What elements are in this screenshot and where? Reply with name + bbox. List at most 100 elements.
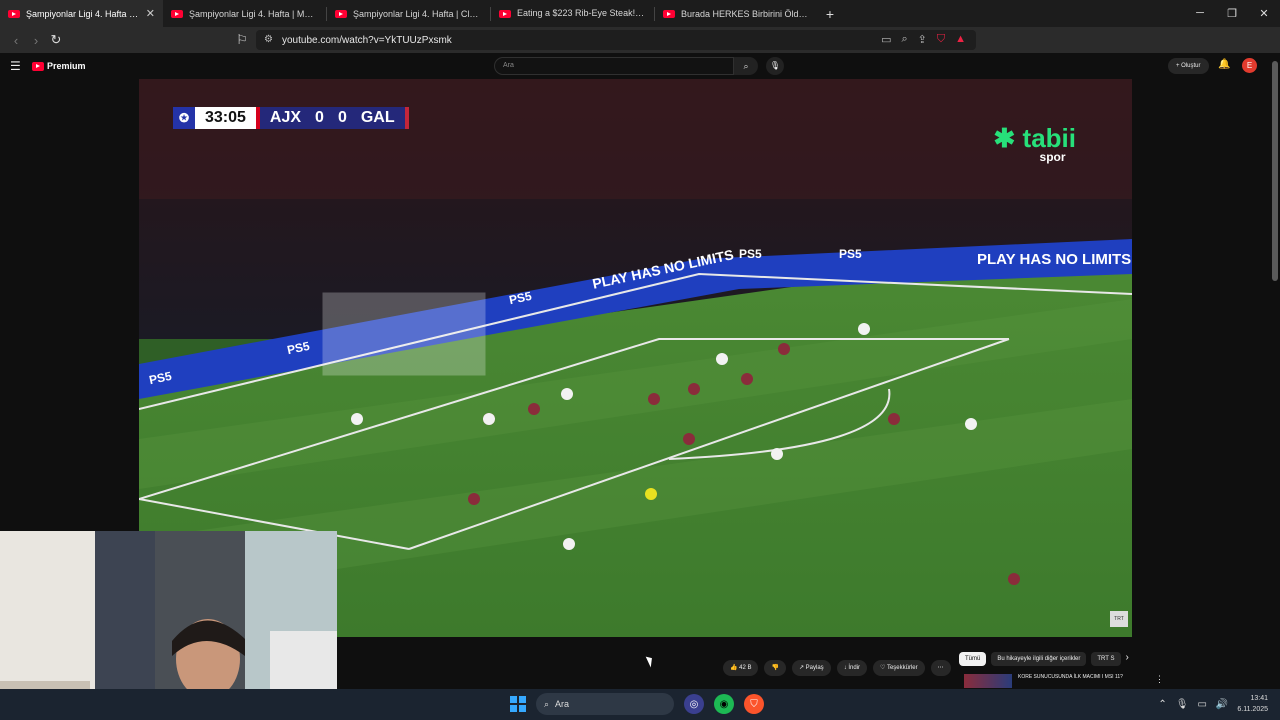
- logo-text: Premium: [47, 61, 86, 71]
- address-bar: ‹ › ↻ ⚐ ⚙ youtube.com/watch?v=YkTUUzPxsm…: [0, 27, 1280, 73]
- dislike-button[interactable]: 👎: [764, 660, 786, 676]
- chevron-right-icon[interactable]: ›: [1126, 652, 1129, 666]
- windows-start-icon[interactable]: [510, 696, 526, 712]
- display-icon[interactable]: ▭: [1197, 699, 1206, 710]
- chip-channel[interactable]: TRT S: [1091, 652, 1121, 666]
- recommended-video[interactable]: KORE SUNUCUSUNDA İLK MACIMI I MSI 11? ⋮: [964, 674, 1164, 688]
- ps5-logo: PS5: [839, 247, 862, 261]
- home-team: AJX: [269, 109, 302, 126]
- browser-tab[interactable]: Şampiyonlar Ligi 4. Hafta | Manchest: [163, 0, 326, 27]
- kebab-menu-icon[interactable]: ⋮: [1155, 674, 1164, 688]
- champions-league-icon: ✪: [173, 107, 195, 129]
- share-icon[interactable]: ⇪: [918, 33, 927, 46]
- mic-tray-icon[interactable]: 🎙: [1176, 699, 1189, 710]
- close-icon[interactable]: ✕: [146, 7, 155, 20]
- browser-tab[interactable]: Burada HERKES Birbirini Öldürüyor!: [655, 0, 818, 27]
- channel-watermark: TRT: [1110, 611, 1128, 627]
- scorebug: ✪ 33:05 AJX 0 0 GAL: [173, 107, 409, 129]
- chip-all[interactable]: Tümü: [959, 652, 987, 666]
- system-tray: ⌃ 🎙 ▭ 🔊 13:41 6.11.2025: [1158, 693, 1268, 715]
- taskbar-search[interactable]: ⌕ Ara: [536, 693, 674, 715]
- ps5-logo: PS5: [739, 247, 762, 261]
- mic-icon[interactable]: 🎙: [766, 57, 784, 75]
- url-field[interactable]: ⚙ youtube.com/watch?v=YkTUUzPxsmk ▭ ⌕ ⇪ …: [256, 30, 976, 50]
- create-button[interactable]: + Oluştur: [1168, 58, 1209, 74]
- copilot-icon[interactable]: ◎: [684, 694, 704, 714]
- create-label: Oluştur: [1181, 63, 1201, 69]
- browser-tab[interactable]: Şampiyonlar Ligi 4. Hafta | Club Brug: [327, 0, 490, 27]
- away-team: GAL: [360, 109, 395, 126]
- search-icon[interactable]: ⌕: [734, 57, 758, 75]
- brave-icon[interactable]: ⛉: [744, 694, 764, 714]
- share-button[interactable]: ↗ Paylaş: [791, 660, 831, 676]
- reload-icon[interactable]: ↻: [46, 32, 66, 48]
- video-actions-area: 👍 42 B 👎 ↗ Paylaş ↓ İndir ♡ Teşekkürler …: [337, 648, 1280, 688]
- tab-title: Şampiyonlar Ligi 4. Hafta | Manchest: [189, 8, 318, 19]
- clock[interactable]: 13:41 6.11.2025: [1237, 693, 1268, 715]
- bookmark-icon[interactable]: ⚐: [232, 32, 252, 48]
- tab-title: Şampiyonlar Ligi 4. Hafta | Aj: [26, 8, 140, 19]
- chip-related[interactable]: Bu hikayeyle ilgili diğer içerikler: [991, 652, 1087, 666]
- thanks-button[interactable]: ♡ Teşekkürler: [873, 660, 925, 676]
- youtube-icon: [663, 9, 675, 18]
- taskbar-apps: ⌕ Ara ◎ ◉ ⛉: [510, 693, 764, 715]
- like-button[interactable]: 👍 42 B: [723, 660, 759, 676]
- youtube-icon: [32, 61, 44, 71]
- tab-title: Burada HERKES Birbirini Öldürüyor!: [681, 8, 810, 19]
- volume-icon[interactable]: 🔊: [1216, 699, 1228, 710]
- chevron-up-icon[interactable]: ⌃: [1158, 699, 1166, 710]
- broadcaster-name: tabii: [1022, 123, 1076, 153]
- forward-icon[interactable]: ›: [26, 33, 46, 48]
- match-clock: 33:05: [195, 107, 256, 129]
- page-scrollbar[interactable]: [1270, 53, 1280, 693]
- tab-title: Eating a $223 Rib-Eye Steak!! 🥩 (w/: [517, 8, 646, 18]
- back-icon[interactable]: ‹: [6, 33, 26, 48]
- thanks-label: Teşekkürler: [886, 665, 918, 671]
- minimize-icon[interactable]: ─: [1184, 7, 1216, 20]
- bell-icon[interactable]: 🔔: [1218, 59, 1230, 70]
- youtube-icon: [335, 9, 347, 18]
- restore-icon[interactable]: ❐: [1216, 7, 1248, 20]
- broadcaster-logo: ✱ tabii spor: [993, 123, 1076, 164]
- tab-title: Şampiyonlar Ligi 4. Hafta | Club Brug: [353, 8, 482, 19]
- share-label: Paylaş: [805, 665, 824, 671]
- avatar[interactable]: E: [1242, 58, 1257, 73]
- browser-tab[interactable]: Şampiyonlar Ligi 4. Hafta | Aj ✕: [0, 0, 163, 27]
- close-window-icon[interactable]: ✕: [1248, 7, 1280, 20]
- zoom-icon[interactable]: ⌕: [901, 33, 907, 46]
- search-input[interactable]: Ara: [494, 57, 734, 75]
- score-panel: AJX 0 0 GAL: [255, 107, 409, 129]
- recommended-title[interactable]: KORE SUNUCUSUNDA İLK MACIMI I MSI 11?: [1018, 674, 1123, 688]
- home-score: 0: [315, 109, 324, 126]
- like-count: 42 B: [739, 665, 752, 671]
- video-actions: 👍 42 B 👎 ↗ Paylaş ↓ İndir ♡ Teşekkürler …: [723, 660, 951, 676]
- youtube-header: ☰ Premium Ara ⌕ 🎙 + Oluştur 🔔 E: [0, 53, 1280, 79]
- menu-icon[interactable]: ☰: [10, 59, 21, 73]
- youtube-icon: [499, 9, 511, 18]
- url-actions: ▭ ⌕ ⇪ ⛉ ▲: [881, 33, 966, 46]
- clock-time: 13:41: [1250, 695, 1268, 702]
- taskbar-search-label: Ara: [555, 699, 570, 709]
- shield-icon[interactable]: ⛉: [937, 33, 945, 46]
- cast-icon[interactable]: ▭: [881, 33, 891, 46]
- spotify-icon[interactable]: ◉: [714, 694, 734, 714]
- window-controls: ─ ❐ ✕: [1184, 7, 1280, 20]
- more-actions-button[interactable]: ⋯: [930, 660, 951, 676]
- youtube-icon: [171, 9, 183, 18]
- download-label: İndir: [848, 665, 861, 671]
- recommendation-chips: Tümü Bu hikayeyle ilgili diğer içerikler…: [959, 652, 1129, 666]
- clock-date: 6.11.2025: [1237, 706, 1268, 713]
- rewards-icon[interactable]: ▲: [955, 33, 966, 46]
- browser-tab-bar: Şampiyonlar Ligi 4. Hafta | Aj ✕ Şampiyo…: [0, 0, 1280, 27]
- away-score: 0: [337, 109, 347, 126]
- new-tab-button[interactable]: +: [818, 6, 842, 22]
- ad-board-text: PLAY HAS NO LIMITS: [977, 251, 1132, 268]
- browser-tab[interactable]: Eating a $223 Rib-Eye Steak!! 🥩 (w/: [491, 0, 654, 27]
- url-text: youtube.com/watch?v=YkTUUzPxsmk: [282, 34, 452, 46]
- site-info-icon[interactable]: ⚙: [264, 34, 273, 45]
- youtube-logo[interactable]: Premium: [32, 61, 86, 71]
- scrollbar-thumb[interactable]: [1272, 61, 1278, 281]
- download-button[interactable]: ↓ İndir: [836, 660, 868, 676]
- taskbar: ⌕ Ara ◎ ◉ ⛉ ⌃ 🎙 ▭ 🔊 13:41 6.11.2025: [0, 689, 1280, 720]
- video-thumbnail[interactable]: [964, 674, 1012, 688]
